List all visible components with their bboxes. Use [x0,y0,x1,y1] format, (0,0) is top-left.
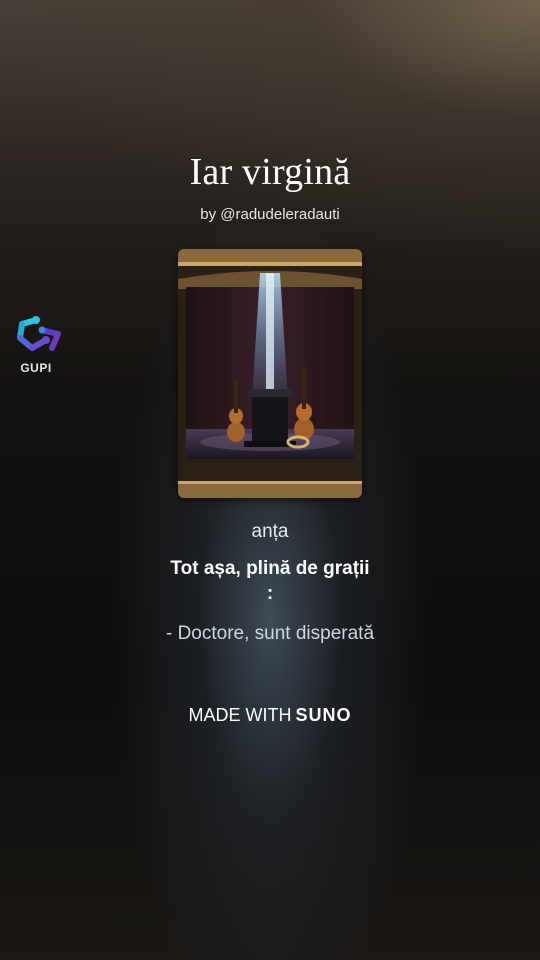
made-with-label: MADE WITH [188,705,292,725]
lyric-current-line: Tot așa, plină de grații [170,558,370,579]
lyric-previous-line: anța [251,521,289,542]
violin-stage-artwork [178,249,362,498]
made-with-suno-badge[interactable]: MADE WITH SUNO [0,705,540,726]
song-title: Iar virgină [189,151,351,193]
album-cover [178,249,362,498]
lyric-next-line: - Doctore, sunt disperată [165,623,375,644]
song-player-screen: Iar virgină by @radudeleradauti GUPI anț… [0,0,540,960]
suno-brand: SUNO [295,705,352,725]
gupi-label: GUPI [20,361,52,375]
song-author[interactable]: by @radudeleradauti [0,206,540,223]
lyric-current-suffix: : [266,583,274,604]
